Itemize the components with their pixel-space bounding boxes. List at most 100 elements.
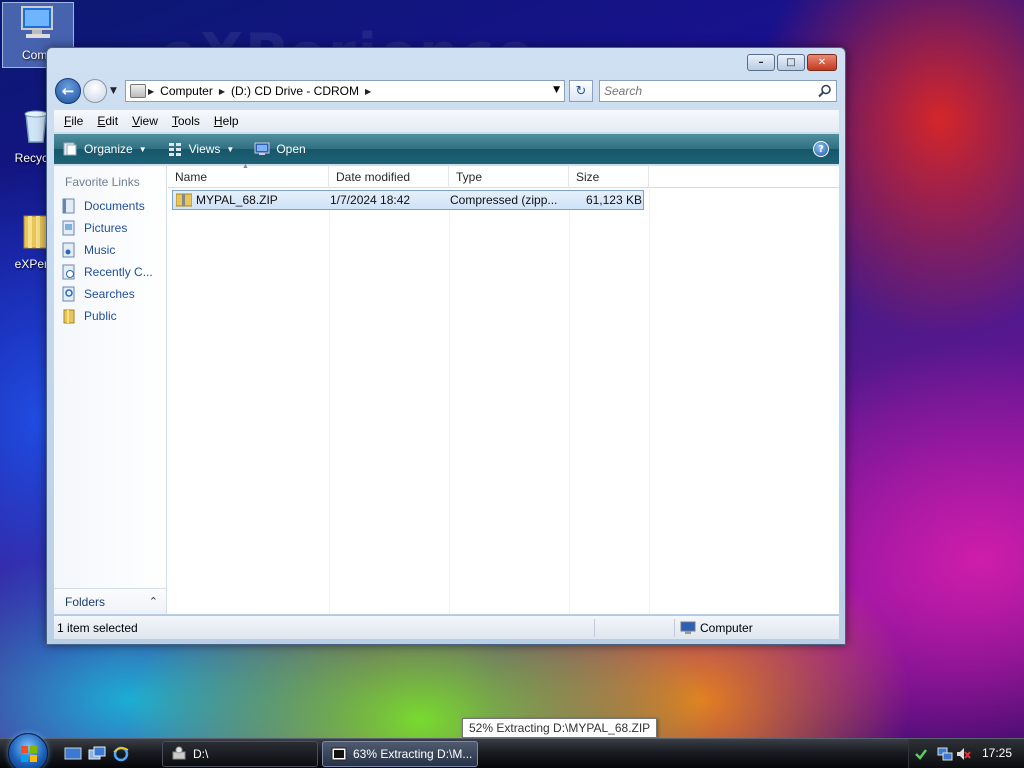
- internet-explorer-icon[interactable]: [112, 746, 130, 762]
- nav-link-pictures[interactable]: Pictures: [61, 218, 165, 238]
- system-tray: 17:25: [908, 739, 1024, 768]
- clock[interactable]: 17:25: [982, 746, 1012, 760]
- help-icon: ?: [818, 143, 824, 155]
- show-desktop-icon[interactable]: [64, 746, 82, 762]
- file-size-cell: 61,123 KB: [585, 193, 642, 207]
- address-row: ← ▼ ▶ Computer ▶ (D:) CD Drive - CDROM ▶…: [55, 78, 839, 106]
- recent-pages-dropdown[interactable]: ▼: [110, 86, 117, 96]
- close-icon: ✕: [817, 56, 827, 68]
- content-area: Favorite Links Documents Pictures Music …: [54, 163, 839, 614]
- status-divider: [594, 619, 595, 637]
- open-label: Open: [276, 142, 306, 156]
- column-label: Size: [576, 170, 600, 184]
- menu-help[interactable]: Help: [214, 114, 239, 128]
- status-divider: [674, 619, 675, 637]
- search-input[interactable]: [600, 81, 810, 101]
- explorer-window[interactable]: – □ ✕ ← ▼ ▶ Computer ▶ (D:) CD Drive - C…: [46, 47, 846, 645]
- documents-icon: [62, 198, 75, 214]
- chevron-down-icon: ▼: [138, 144, 147, 154]
- zip-folder-icon: [176, 193, 192, 207]
- favorite-links-title: Favorite Links: [65, 175, 140, 189]
- forward-button[interactable]: [83, 79, 107, 103]
- file-type-cell: Compressed (zipp...: [450, 193, 558, 207]
- status-location: Computer: [700, 621, 753, 635]
- column-date-modified[interactable]: Date modified: [329, 166, 449, 188]
- nav-link-music[interactable]: Music: [61, 240, 165, 260]
- column-divider: [449, 188, 450, 614]
- search-icon[interactable]: [818, 84, 832, 98]
- pictures-icon: [62, 220, 75, 236]
- menu-edit[interactable]: Edit: [97, 114, 118, 128]
- views-icon: [168, 143, 181, 156]
- status-selection-count: 1 item selected: [57, 621, 138, 635]
- drive-icon: [130, 84, 146, 98]
- address-bar[interactable]: ▶ Computer ▶ (D:) CD Drive - CDROM ▶ ▼: [125, 80, 565, 102]
- file-date-cell: 1/7/2024 18:42: [330, 193, 411, 207]
- column-label: Name: [175, 170, 208, 184]
- taskbar: D:\ 63% Extracting D:\M... 17:25: [0, 733, 1024, 768]
- status-zone: Computer: [680, 621, 753, 635]
- nav-link-label: Searches: [84, 287, 135, 301]
- back-button[interactable]: ←: [55, 78, 81, 104]
- search-box[interactable]: [599, 80, 837, 102]
- network-icon[interactable]: [937, 746, 953, 762]
- column-header: ▲ Name Date modified Type Size: [168, 163, 839, 188]
- chevron-down-icon: ▼: [226, 144, 235, 154]
- nav-link-label: Public: [84, 309, 117, 323]
- address-dropdown-icon[interactable]: ▼: [553, 85, 560, 95]
- help-button[interactable]: ?: [813, 141, 829, 157]
- folders-toggle[interactable]: Folders ⌃: [54, 588, 166, 614]
- minimize-button[interactable]: –: [747, 54, 775, 71]
- column-size[interactable]: Size: [569, 166, 649, 188]
- taskbar-button-7zip-extract[interactable]: 63% Extracting D:\M...: [322, 741, 478, 767]
- navigation-pane: Favorite Links Documents Pictures Music …: [54, 166, 167, 614]
- public-folder-icon: [63, 309, 75, 324]
- column-name[interactable]: ▲ Name: [168, 163, 329, 188]
- nav-link-recently-changed[interactable]: Recently C...: [61, 262, 165, 282]
- caption-buttons: – □ ✕: [747, 54, 837, 71]
- folders-label: Folders: [65, 594, 106, 609]
- taskbar-tooltip: 52% Extracting D:\MYPAL_68.ZIP: [462, 718, 658, 738]
- menu-view[interactable]: View: [132, 114, 158, 128]
- switch-windows-icon[interactable]: [88, 746, 106, 762]
- breadcrumb-computer[interactable]: Computer: [160, 84, 213, 98]
- nav-link-searches[interactable]: Searches: [61, 284, 165, 304]
- nav-link-label: Music: [84, 243, 116, 257]
- 7zip-icon: [331, 747, 347, 761]
- computer-icon: [680, 621, 696, 634]
- menu-file[interactable]: File: [64, 114, 83, 128]
- refresh-button[interactable]: ↻: [569, 80, 593, 102]
- drive-icon: [172, 746, 186, 760]
- column-divider: [569, 188, 570, 614]
- recent-icon: [62, 264, 75, 280]
- file-name: MYPAL_68.ZIP: [196, 193, 278, 207]
- menu-tools[interactable]: Tools: [172, 114, 200, 128]
- column-type[interactable]: Type: [449, 166, 569, 188]
- column-divider: [649, 188, 650, 614]
- open-button[interactable]: Open: [254, 141, 306, 157]
- maximize-button[interactable]: □: [777, 54, 805, 71]
- organize-label: Organize: [84, 142, 133, 156]
- start-button[interactable]: [8, 733, 48, 768]
- nav-link-documents[interactable]: Documents: [61, 196, 165, 216]
- close-button[interactable]: ✕: [807, 54, 837, 71]
- breadcrumb-cd-drive[interactable]: (D:) CD Drive - CDROM: [231, 84, 359, 98]
- safely-remove-icon[interactable]: [913, 746, 929, 762]
- views-button[interactable]: Views ▼: [167, 141, 235, 157]
- breadcrumb-separator-icon[interactable]: ▶: [365, 87, 371, 96]
- nav-link-label: Recently C...: [84, 265, 153, 279]
- organize-icon: [63, 142, 77, 156]
- column-label: Type: [456, 170, 483, 184]
- status-bar: 1 item selected Computer: [54, 615, 839, 639]
- breadcrumb-separator-icon[interactable]: ▶: [148, 87, 154, 96]
- volume-muted-icon[interactable]: [955, 746, 971, 762]
- file-list: ▲ Name Date modified Type Size MYPAL_68.…: [168, 163, 839, 614]
- nav-link-public[interactable]: Public: [61, 306, 165, 326]
- menu-bar: File Edit View Tools Help: [54, 110, 839, 132]
- organize-button[interactable]: Organize ▼: [62, 141, 147, 157]
- column-label: Date modified: [336, 170, 411, 184]
- taskbar-button-drive[interactable]: D:\: [162, 741, 318, 767]
- computer-icon: [21, 6, 53, 38]
- table-row[interactable]: MYPAL_68.ZIP 1/7/2024 18:42 Compressed (…: [172, 190, 644, 210]
- breadcrumb-separator-icon[interactable]: ▶: [219, 87, 225, 96]
